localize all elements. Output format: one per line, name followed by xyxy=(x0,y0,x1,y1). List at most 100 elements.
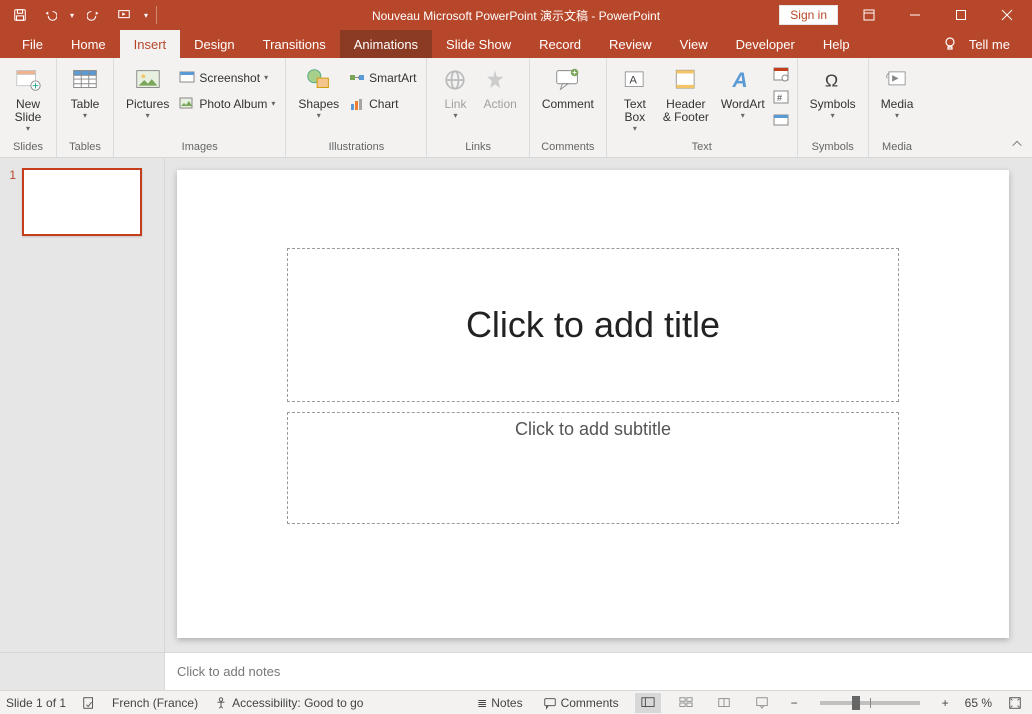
tab-record[interactable]: Record xyxy=(525,30,595,58)
sign-in-button[interactable]: Sign in xyxy=(779,5,838,25)
tab-view[interactable]: View xyxy=(666,30,722,58)
title-bar: ▾ ▾ Nouveau Microsoft PowerPoint 演示文稿 - … xyxy=(0,0,1032,30)
ribbon-display-options-button[interactable] xyxy=(846,0,892,30)
notes-pane[interactable]: Click to add notes xyxy=(165,653,1032,690)
group-label-text: Text xyxy=(607,141,797,157)
text-box-button[interactable]: A Text Box ▾ xyxy=(613,62,657,133)
pictures-label: Pictures xyxy=(126,98,169,111)
tab-developer[interactable]: Developer xyxy=(722,30,809,58)
chart-label: Chart xyxy=(369,97,398,111)
notes-toggle-button[interactable]: ≣ Notes xyxy=(473,691,526,714)
pictures-button[interactable]: Pictures ▾ xyxy=(120,62,175,120)
photo-album-button[interactable]: Photo Album ▾ xyxy=(175,92,279,116)
shapes-button[interactable]: Shapes ▾ xyxy=(292,62,345,120)
language-status[interactable]: French (France) xyxy=(112,696,198,710)
group-symbols: Ω Symbols ▾ Symbols xyxy=(798,58,869,157)
table-icon xyxy=(69,64,101,96)
tab-home[interactable]: Home xyxy=(57,30,120,58)
undo-dropdown[interactable]: ▾ xyxy=(66,2,78,28)
slide[interactable]: Click to add title Click to add subtitle xyxy=(177,170,1009,638)
new-slide-label: New Slide xyxy=(15,98,42,124)
workspace: 1 Click to add title Click to add subtit… xyxy=(0,158,1032,652)
object-button[interactable] xyxy=(773,112,789,133)
group-illustrations: Shapes ▾ SmartArt Chart Illustrations xyxy=(286,58,427,157)
tab-design[interactable]: Design xyxy=(180,30,248,58)
symbols-button[interactable]: Ω Symbols ▾ xyxy=(804,62,862,120)
chart-icon xyxy=(349,96,365,112)
undo-button[interactable] xyxy=(36,2,64,28)
header-footer-button[interactable]: Header & Footer xyxy=(657,62,715,124)
slide-thumbnail-pane[interactable]: 1 xyxy=(0,158,165,652)
screenshot-button[interactable]: Screenshot ▾ xyxy=(175,66,279,90)
smartart-button[interactable]: SmartArt xyxy=(345,66,420,90)
redo-button[interactable] xyxy=(80,2,108,28)
screenshot-label: Screenshot xyxy=(199,71,260,85)
tab-slideshow[interactable]: Slide Show xyxy=(432,30,525,58)
media-button[interactable]: Media ▾ xyxy=(875,62,920,120)
thumbnail-item[interactable]: 1 xyxy=(6,168,158,236)
table-button[interactable]: Table ▾ xyxy=(63,62,107,120)
chart-button[interactable]: Chart xyxy=(345,92,420,116)
media-icon xyxy=(881,64,913,96)
chevron-down-icon: ▾ xyxy=(633,124,637,133)
close-button[interactable] xyxy=(984,0,1030,30)
zoom-out-button[interactable]: − xyxy=(787,691,802,714)
slide-sorter-view-button[interactable] xyxy=(673,693,699,713)
group-label-illustrations: Illustrations xyxy=(286,141,426,157)
accessibility-button[interactable]: Accessibility: Good to go xyxy=(210,691,367,714)
slideshow-view-button[interactable] xyxy=(749,693,775,713)
spell-check-button[interactable] xyxy=(78,691,100,714)
slide-count[interactable]: Slide 1 of 1 xyxy=(6,696,66,710)
zoom-slider-thumb[interactable] xyxy=(852,696,860,710)
comments-toggle-button[interactable]: Comments xyxy=(539,691,623,714)
svg-text:A: A xyxy=(629,74,637,86)
chevron-down-icon: ▾ xyxy=(83,111,87,120)
slide-canvas-area[interactable]: Click to add title Click to add subtitle xyxy=(165,158,1032,652)
tab-animations[interactable]: Animations xyxy=(340,30,432,58)
chevron-down-icon: ▾ xyxy=(26,124,30,133)
minimize-button[interactable] xyxy=(892,0,938,30)
tab-transitions[interactable]: Transitions xyxy=(249,30,340,58)
wordart-icon: A xyxy=(727,64,759,96)
action-button[interactable]: Action xyxy=(477,62,522,111)
notes-placeholder: Click to add notes xyxy=(177,664,280,679)
tell-me-icon[interactable] xyxy=(941,35,959,53)
title-placeholder-text: Click to add title xyxy=(466,304,720,346)
tab-review[interactable]: Review xyxy=(595,30,666,58)
fit-to-window-button[interactable] xyxy=(1004,691,1026,714)
symbols-label: Symbols xyxy=(810,98,856,111)
thumbnail-preview[interactable] xyxy=(22,168,142,236)
zoom-slider[interactable] xyxy=(820,701,920,705)
header-footer-icon xyxy=(670,64,702,96)
reading-view-button[interactable] xyxy=(711,693,737,713)
link-button[interactable]: Link ▾ xyxy=(433,62,477,120)
maximize-button[interactable] xyxy=(938,0,984,30)
save-button[interactable] xyxy=(6,2,34,28)
collapse-ribbon-button[interactable] xyxy=(1010,137,1026,153)
subtitle-placeholder[interactable]: Click to add subtitle xyxy=(287,412,899,524)
svg-text:#: # xyxy=(777,93,782,103)
title-placeholder[interactable]: Click to add title xyxy=(287,248,899,402)
wordart-button[interactable]: A WordArt ▾ xyxy=(715,62,771,120)
tab-insert[interactable]: Insert xyxy=(120,30,181,58)
zoom-in-button[interactable]: + xyxy=(938,691,953,714)
slide-number-button[interactable]: # xyxy=(773,89,789,110)
thumbnail-number: 1 xyxy=(6,168,16,236)
chevron-down-icon: ▾ xyxy=(264,73,268,82)
tab-help[interactable]: Help xyxy=(809,30,864,58)
comment-button[interactable]: Comment xyxy=(536,62,600,111)
svg-text:A: A xyxy=(731,69,747,92)
ribbon-tab-strip: File Home Insert Design Transitions Anim… xyxy=(0,30,1032,58)
zoom-percent[interactable]: 65 % xyxy=(965,696,992,710)
new-slide-button[interactable]: New Slide ▾ xyxy=(6,62,50,133)
qat-customize-dropdown[interactable]: ▾ xyxy=(140,2,152,28)
link-icon xyxy=(439,64,471,96)
date-time-button[interactable] xyxy=(773,66,789,87)
tab-file[interactable]: File xyxy=(8,30,57,58)
tell-me-search[interactable]: Tell me xyxy=(967,30,1024,58)
group-text: A Text Box ▾ Header & Footer A WordArt ▾ xyxy=(607,58,798,157)
start-from-beginning-button[interactable] xyxy=(110,2,138,28)
group-label-slides: Slides xyxy=(0,141,56,157)
normal-view-button[interactable] xyxy=(635,693,661,713)
chevron-down-icon: ▾ xyxy=(453,111,457,120)
